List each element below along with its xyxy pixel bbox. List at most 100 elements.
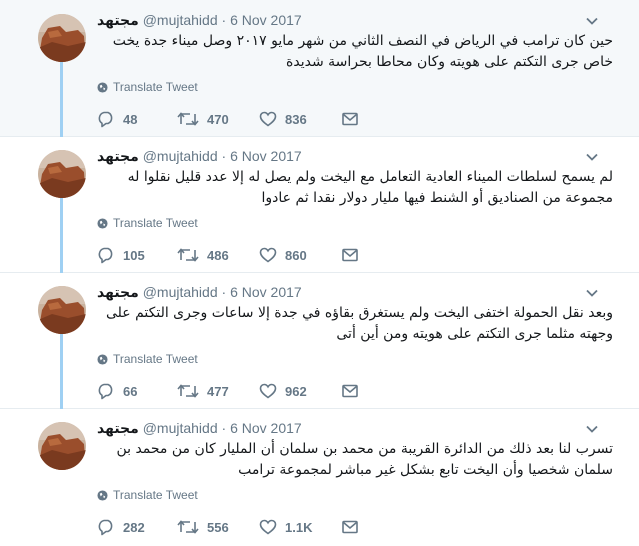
tweet-date[interactable]: 6 Nov 2017 [230,12,302,28]
envelope-icon [342,248,358,262]
tweet-header: مجتهد @mujtahidd · 6 Nov 2017 [97,147,302,166]
heart-icon [259,383,277,399]
tweet[interactable]: مجتهد @mujtahidd · 6 Nov 2017 وبعد نقل ا… [0,273,639,409]
display-name[interactable]: مجتهد [97,285,139,301]
like-button[interactable]: 1.1K [259,519,342,535]
chevron-down-icon[interactable] [585,286,599,300]
translate-label[interactable]: Translate Tweet [113,80,198,94]
chevron-down-icon[interactable] [585,150,599,164]
retweet-icon [177,248,199,262]
retweet-count: 556 [207,519,229,535]
globe-icon [97,353,108,365]
separator: · [221,284,227,300]
reply-count: 105 [123,247,145,263]
display-name[interactable]: مجتهد [97,13,139,29]
retweet-button[interactable]: 556 [177,519,259,535]
reply-button[interactable]: 105 [97,247,177,264]
tweet-date[interactable]: 6 Nov 2017 [230,420,302,436]
retweet-icon [177,520,199,534]
translate-label[interactable]: Translate Tweet [113,352,198,366]
translate-tweet-link[interactable]: Translate Tweet [97,80,198,94]
like-count: 1.1K [285,519,313,535]
separator: · [221,148,227,164]
retweet-count: 486 [207,247,229,263]
translate-label[interactable]: Translate Tweet [113,216,198,230]
tweet-thread: مجتهد @mujtahidd · 6 Nov 2017 حين كان تر… [0,0,639,546]
chevron-down-icon[interactable] [585,14,599,28]
tweet-header: مجتهد @mujtahidd · 6 Nov 2017 [97,283,302,302]
user-handle[interactable]: @mujtahidd [143,148,218,164]
envelope-icon [342,112,358,126]
reply-button[interactable]: 66 [97,383,177,400]
direct-message-button[interactable] [342,112,366,126]
globe-icon [97,489,108,501]
avatar[interactable] [38,150,86,198]
tweet-actions: 105 486 860 [97,245,366,265]
tweet-actions: 48 470 836 [97,109,366,129]
thread-connector-line [60,198,63,273]
envelope-icon [342,520,358,534]
tweet-header: مجتهد @mujtahidd · 6 Nov 2017 [97,11,302,30]
like-button[interactable]: 836 [259,111,342,127]
display-name[interactable]: مجتهد [97,421,139,437]
retweet-icon [177,384,199,398]
tweet[interactable]: مجتهد @mujtahidd · 6 Nov 2017 حين كان تر… [0,0,639,137]
tweet-text: لم يسمح لسلطات الميناء العادية التعامل م… [127,169,613,206]
reply-icon [98,247,113,263]
reply-count: 66 [123,383,138,399]
reply-icon [98,111,113,127]
direct-message-button[interactable] [342,248,366,262]
retweet-button[interactable]: 470 [177,111,259,127]
tweet-text: تسرب لنا بعد ذلك من الدائرة القريبة من م… [116,441,613,478]
user-handle[interactable]: @mujtahidd [143,12,218,28]
like-button[interactable]: 860 [259,247,342,263]
direct-message-button[interactable] [342,384,366,398]
reply-button[interactable]: 282 [97,519,177,536]
user-handle[interactable]: @mujtahidd [143,420,218,436]
translate-tweet-link[interactable]: Translate Tweet [97,216,198,230]
globe-icon [97,217,108,229]
chevron-down-icon[interactable] [585,422,599,436]
retweet-count: 477 [207,383,229,399]
tweet[interactable]: مجتهد @mujtahidd · 6 Nov 2017 تسرب لنا ب… [0,409,639,546]
separator: · [221,12,227,28]
desert-rock-avatar-image [38,422,86,470]
reply-count: 48 [123,111,138,127]
tweet-date[interactable]: 6 Nov 2017 [230,148,302,164]
desert-rock-avatar-image [38,150,86,198]
tweet[interactable]: مجتهد @mujtahidd · 6 Nov 2017 لم يسمح لس… [0,137,639,273]
retweet-button[interactable]: 486 [177,247,259,263]
heart-icon [259,247,277,263]
translate-tweet-link[interactable]: Translate Tweet [97,352,198,366]
translate-label[interactable]: Translate Tweet [113,488,198,502]
avatar[interactable] [38,286,86,334]
avatar[interactable] [38,422,86,470]
tweet-date[interactable]: 6 Nov 2017 [230,284,302,300]
retweet-button[interactable]: 477 [177,383,259,399]
separator: · [221,420,227,436]
tweet-actions: 66 477 962 [97,381,366,401]
reply-count: 282 [123,519,145,535]
like-button[interactable]: 962 [259,383,342,399]
reply-icon [98,383,113,399]
desert-rock-avatar-image [38,286,86,334]
tweet-actions: 282 556 1.1K [97,517,366,537]
direct-message-button[interactable] [342,520,366,534]
thread-connector-line [60,62,63,137]
user-handle[interactable]: @mujtahidd [143,284,218,300]
tweet-text: حين كان ترامب في الرياض في النصف الثاني … [112,33,613,70]
reply-icon [98,519,113,535]
globe-icon [97,81,108,93]
thread-connector-line [60,334,63,409]
heart-icon [259,519,277,535]
reply-button[interactable]: 48 [97,111,177,128]
tweet-header: مجتهد @mujtahidd · 6 Nov 2017 [97,419,302,438]
avatar[interactable] [38,14,86,62]
translate-tweet-link[interactable]: Translate Tweet [97,488,198,502]
tweet-text: وبعد نقل الحمولة اختفى اليخت ولم يستغرق … [105,305,613,342]
display-name[interactable]: مجتهد [97,149,139,165]
like-count: 962 [285,383,307,399]
like-count: 860 [285,247,307,263]
desert-rock-avatar-image [38,14,86,62]
retweet-icon [177,112,199,126]
